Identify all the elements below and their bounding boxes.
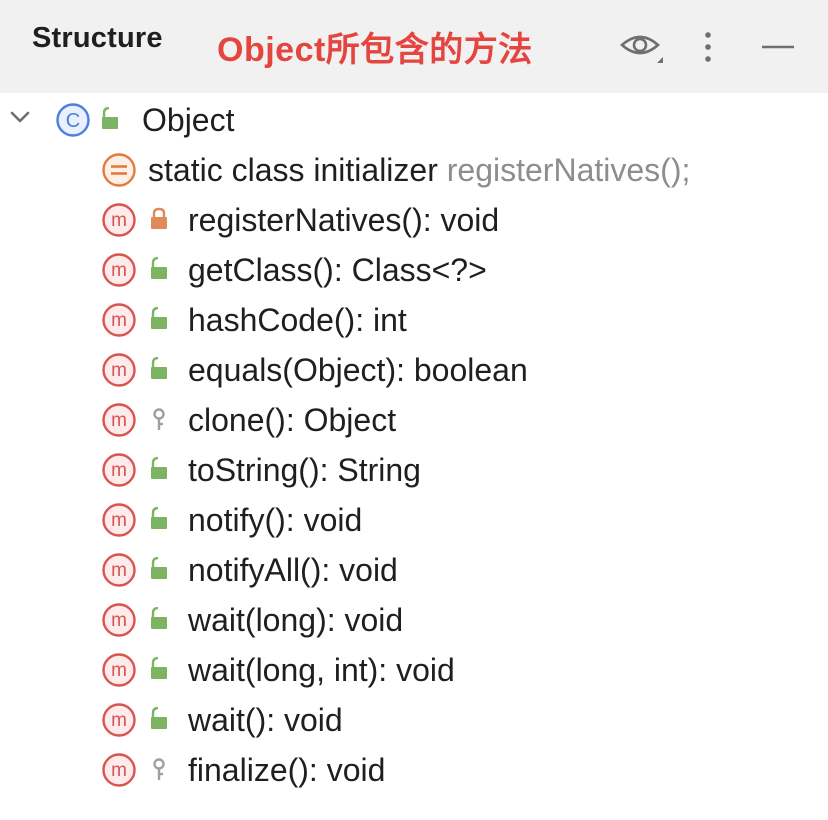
method-label: wait(): void <box>188 702 343 738</box>
svg-text:m: m <box>111 310 127 331</box>
minimize-icon[interactable] <box>752 0 804 93</box>
method-row[interactable]: m registerNatives(): void <box>0 197 828 247</box>
svg-text:m: m <box>111 210 127 231</box>
method-label: wait(long): void <box>188 602 404 638</box>
public-icon <box>151 607 167 629</box>
method-icon: m <box>102 653 136 687</box>
method-icon: m <box>102 703 136 737</box>
method-row[interactable]: m wait(): void <box>0 697 828 747</box>
method-label: registerNatives(): void <box>188 202 500 238</box>
protected-key-icon <box>153 758 165 780</box>
method-label: hashCode(): int <box>188 302 407 338</box>
public-icon <box>151 657 167 679</box>
private-lock-icon <box>151 207 167 229</box>
svg-text:m: m <box>111 510 127 531</box>
method-icon: m <box>102 353 136 387</box>
method-label: finalize(): void <box>188 752 386 788</box>
public-icon <box>151 307 167 329</box>
svg-text:m: m <box>111 760 127 781</box>
public-icon <box>151 357 167 379</box>
tree-item-static-initializer[interactable]: static class initializer registerNatives… <box>0 147 828 197</box>
class-icon: C <box>56 103 90 137</box>
more-vertical-icon[interactable] <box>688 0 728 93</box>
protected-key-icon <box>153 408 165 430</box>
svg-text:m: m <box>111 660 127 681</box>
method-icon: m <box>102 303 136 337</box>
panel-title: Structure <box>32 22 163 54</box>
static-initializer-icon <box>102 153 136 187</box>
chevron-down-icon[interactable] <box>8 105 32 129</box>
public-icon <box>102 107 118 129</box>
svg-text:C: C <box>66 110 80 132</box>
method-icon: m <box>102 603 136 637</box>
method-label: equals(Object): boolean <box>188 352 528 388</box>
svg-text:m: m <box>111 610 127 631</box>
svg-text:m: m <box>111 260 127 281</box>
public-icon <box>151 457 167 479</box>
svg-text:m: m <box>111 410 127 431</box>
method-icon: m <box>102 453 136 487</box>
svg-text:m: m <box>111 360 127 381</box>
method-row[interactable]: m finalize(): void <box>0 747 828 797</box>
method-row[interactable]: m wait(long): void <box>0 597 828 647</box>
svg-text:m: m <box>111 710 127 731</box>
method-label: clone(): Object <box>188 402 397 438</box>
method-icon: m <box>102 253 136 287</box>
svg-text:m: m <box>111 460 127 481</box>
method-row[interactable]: m toString(): String <box>0 447 828 497</box>
method-row[interactable]: m getClass(): Class<?> <box>0 247 828 297</box>
method-row[interactable]: m wait(long, int): void <box>0 647 828 697</box>
method-label: wait(long, int): void <box>188 652 455 688</box>
public-icon <box>151 557 167 579</box>
method-icon: m <box>102 203 136 237</box>
public-icon <box>151 257 167 279</box>
method-label: notify(): void <box>188 502 363 538</box>
tree-root-object[interactable]: C Object <box>0 97 828 147</box>
initializer-hint: registerNatives(); <box>446 152 691 188</box>
svg-text:m: m <box>111 560 127 581</box>
initializer-label: static class initializer <box>148 152 438 188</box>
method-icon: m <box>102 753 136 787</box>
method-icon: m <box>102 503 136 537</box>
method-row[interactable]: m notify(): void <box>0 497 828 547</box>
eye-icon[interactable] <box>612 0 672 93</box>
method-label: notifyAll(): void <box>188 552 398 588</box>
method-label: getClass(): Class<?> <box>188 252 487 288</box>
method-row[interactable]: m hashCode(): int <box>0 297 828 347</box>
annotation-text: Object所包含的方法 <box>217 31 533 69</box>
tree-root-label: Object <box>142 102 235 138</box>
method-row[interactable]: m equals(Object): boolean <box>0 347 828 397</box>
method-row[interactable]: m clone(): Object <box>0 397 828 447</box>
structure-toolbar: Structure Object所包含的方法 <box>0 0 828 93</box>
public-icon <box>151 707 167 729</box>
public-icon <box>151 507 167 529</box>
method-label: toString(): String <box>188 452 421 488</box>
method-icon: m <box>102 553 136 587</box>
method-icon: m <box>102 403 136 437</box>
method-row[interactable]: m notifyAll(): void <box>0 547 828 597</box>
